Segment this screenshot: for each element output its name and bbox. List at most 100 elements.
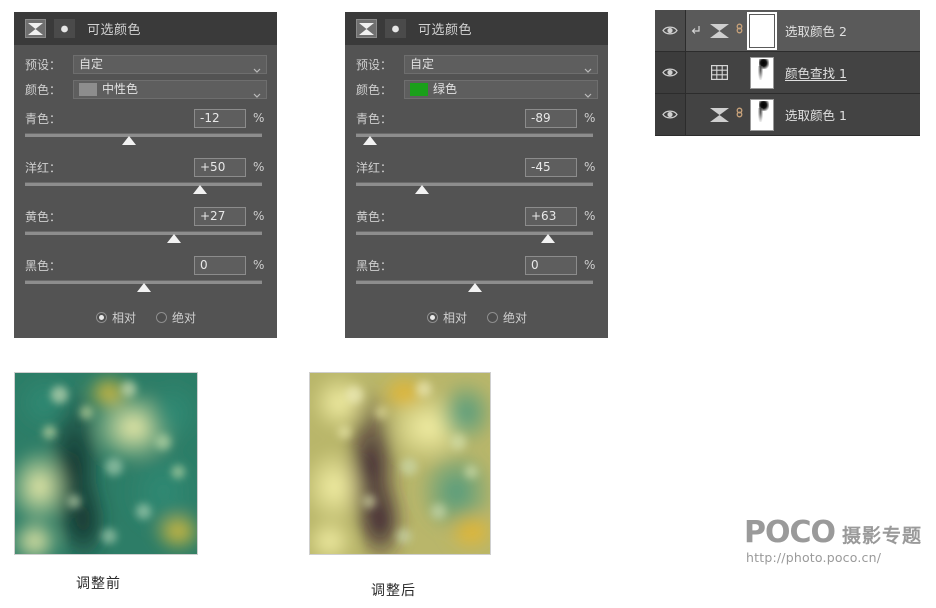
preset-dropdown[interactable]: 自定	[73, 55, 267, 74]
preset-row: 预设： 自定	[25, 55, 267, 74]
preset-row: 预设： 自定	[356, 55, 598, 74]
slider-value-input[interactable]: -89	[525, 108, 577, 128]
slider-head: 黑色： 0%	[356, 255, 598, 275]
slider-track	[25, 182, 262, 186]
slider-track-wrap[interactable]	[25, 180, 262, 197]
slider-list: 青色： -89% 洋红： -45% 黄色： +63% 黑色： 0%	[356, 108, 598, 295]
slider-3: 黑色： 0%	[25, 255, 267, 295]
slider-head: 黑色： 0%	[25, 255, 267, 275]
selective-color-icon[interactable]	[356, 19, 377, 38]
selective-color-icon[interactable]	[708, 104, 730, 126]
clipping-mask-icon	[690, 21, 704, 40]
before-bokeh-graphic	[15, 373, 197, 554]
layer-content[interactable]: 选取颜色 1	[686, 94, 920, 135]
layer-visibility-toggle[interactable]	[655, 52, 686, 93]
slider-track-wrap[interactable]	[356, 131, 593, 148]
layer-visibility-toggle[interactable]	[655, 10, 686, 51]
slider-track-wrap[interactable]	[25, 278, 262, 295]
slider-track-wrap[interactable]	[356, 278, 593, 295]
slider-head: 黄色： +27%	[25, 206, 267, 226]
slider-value-input[interactable]: 0	[194, 255, 246, 275]
layer-row[interactable]: 颜色查找 1	[655, 52, 920, 94]
clip-to-layer-icon[interactable]	[385, 19, 406, 38]
slider-value-input[interactable]: +27	[194, 206, 246, 226]
radio-relative-label: 相对	[111, 311, 136, 325]
mask-paint-tail	[757, 107, 764, 122]
layers-panel: 选取颜色 2 颜色查找 1 选取颜色 1	[655, 10, 920, 136]
panel-body: 预设： 自定 颜色： 绿色 青色： -89% 洋红： -45% 黄色： +63% 黑色： 0%	[345, 45, 608, 338]
slider-value-input[interactable]: +63	[525, 206, 577, 226]
slider-track-wrap[interactable]	[25, 131, 262, 148]
slider-unit: %	[253, 209, 265, 223]
radio-relative[interactable]: 相对	[95, 309, 136, 326]
slider-thumb[interactable]	[540, 234, 555, 243]
slider-track	[25, 133, 262, 137]
panel-header: 可选颜色	[14, 12, 277, 45]
slider-unit: %	[253, 111, 265, 125]
slider-value-input[interactable]: +50	[194, 157, 246, 177]
slider-value-input[interactable]: -12	[194, 108, 246, 128]
slider-thumb[interactable]	[415, 185, 430, 194]
slider-value-input[interactable]: -45	[525, 157, 577, 177]
mask-link-icon[interactable]	[734, 105, 746, 124]
slider-track	[356, 231, 593, 235]
layer-name[interactable]: 选取颜色 1	[785, 105, 847, 124]
layer-name[interactable]: 颜色查找 1	[785, 63, 847, 82]
color-label: 颜色：	[25, 83, 62, 97]
after-bokeh-graphic	[310, 373, 490, 554]
layer-mask-thumbnail[interactable]	[750, 56, 774, 89]
color-dropdown[interactable]: 绿色	[404, 80, 598, 99]
slider-head: 洋红： -45%	[356, 157, 598, 177]
radio-absolute[interactable]: 绝对	[487, 309, 527, 326]
color-label: 颜色：	[356, 83, 393, 97]
clip-to-layer-icon[interactable]	[54, 19, 75, 38]
mask-link-icon[interactable]	[734, 21, 746, 40]
layer-row[interactable]: 选取颜色 2	[655, 10, 920, 52]
layer-mask-thumbnail[interactable]	[747, 11, 777, 50]
panel-body: 预设： 自定 颜色： 中性色 青色： -12% 洋红： +50% 黄色： +27% 黑色： 0…	[14, 45, 277, 338]
color-dropdown[interactable]: 中性色	[73, 80, 267, 99]
layer-visibility-toggle[interactable]	[655, 94, 686, 135]
chevron-down-icon	[252, 85, 262, 98]
mask-paint-tail	[757, 65, 764, 80]
chevron-down-icon	[583, 85, 593, 98]
slider-track	[356, 133, 593, 137]
slider-unit: %	[253, 160, 265, 174]
slider-track-wrap[interactable]	[356, 180, 593, 197]
layer-row[interactable]: 选取颜色 1	[655, 94, 920, 136]
method-radio-group: 相对 绝对	[356, 309, 598, 328]
slider-thumb[interactable]	[122, 136, 137, 145]
slider-track	[25, 231, 262, 235]
slider-value-input[interactable]: 0	[525, 255, 577, 275]
color-lookup-icon[interactable]	[708, 62, 730, 84]
slider-0: 青色： -12%	[25, 108, 267, 148]
slider-track-wrap[interactable]	[356, 229, 593, 246]
slider-0: 青色： -89%	[356, 108, 598, 148]
slider-thumb[interactable]	[136, 283, 151, 292]
chevron-down-icon	[252, 60, 262, 73]
selective-color-icon[interactable]	[25, 19, 46, 38]
slider-track-wrap[interactable]	[25, 229, 262, 246]
slider-thumb[interactable]	[193, 185, 208, 194]
layer-content[interactable]: 颜色查找 1	[686, 52, 920, 93]
color-swatch	[79, 83, 97, 96]
panel-title: 可选颜色	[87, 23, 142, 38]
radio-relative-label: 相对	[442, 311, 467, 325]
radio-relative[interactable]: 相对	[426, 309, 467, 326]
color-swatch	[410, 83, 428, 96]
selective-color-icon[interactable]	[708, 20, 730, 42]
slider-label: 黄色：	[25, 209, 62, 224]
layer-name[interactable]: 选取颜色 2	[785, 21, 847, 40]
slider-thumb[interactable]	[467, 283, 482, 292]
layer-mask-thumbnail[interactable]	[750, 98, 774, 131]
watermark-subtitle: 摄影专题	[842, 525, 923, 547]
layer-content[interactable]: 选取颜色 2	[686, 10, 920, 51]
slider-thumb[interactable]	[363, 136, 378, 145]
slider-track	[356, 182, 593, 186]
slider-2: 黄色： +63%	[356, 206, 598, 246]
slider-label: 青色：	[356, 111, 393, 126]
radio-absolute[interactable]: 绝对	[156, 309, 196, 326]
slider-1: 洋红： -45%	[356, 157, 598, 197]
preset-dropdown[interactable]: 自定	[404, 55, 598, 74]
slider-thumb[interactable]	[167, 234, 182, 243]
